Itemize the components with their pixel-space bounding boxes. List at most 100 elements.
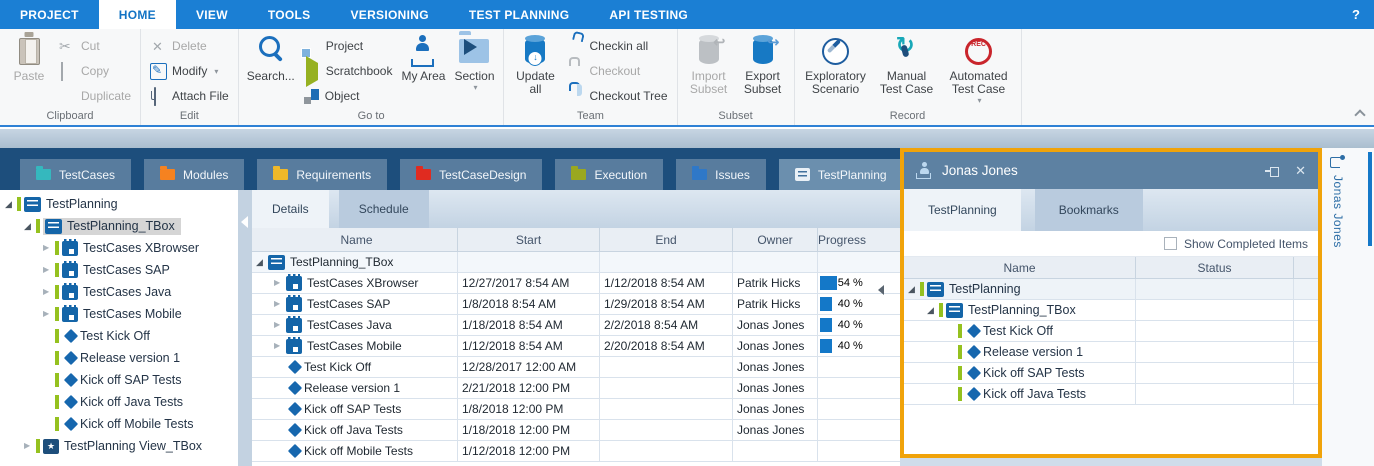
column-header-progress[interactable]: Progress [818, 228, 866, 251]
scratchbook-button[interactable]: Scratchbook [301, 60, 396, 82]
tree-item-kick-off-mobile-tests[interactable]: Kick off Mobile Tests [0, 413, 238, 435]
workspace-tab-execution[interactable]: Execution [555, 159, 663, 190]
my-area-button[interactable]: My Area [399, 32, 447, 86]
export-subset-button[interactable]: ↪ Export Subset [738, 32, 788, 99]
collapse-left-icon[interactable] [241, 216, 248, 228]
menu-tab-project[interactable]: PROJECT [0, 0, 99, 29]
attach-file-button[interactable]: Attach File [147, 85, 232, 107]
table-row[interactable]: Kick off Mobile Tests 1/12/2018 12:00 PM [252, 441, 900, 462]
expander-expanded-icon[interactable]: ◢ [24, 220, 36, 232]
expander-expanded-icon[interactable]: ◢ [5, 198, 17, 210]
expander-collapsed-icon[interactable]: ▶ [274, 340, 286, 352]
menu-tab-api-testing[interactable]: API TESTING [589, 0, 708, 29]
collapse-right-panel-icon[interactable] [878, 285, 884, 295]
expander-expanded-icon[interactable]: ◢ [908, 283, 920, 295]
paste-button[interactable]: Paste [6, 32, 52, 86]
delete-icon [150, 38, 167, 55]
table-row[interactable]: ▶ TestCases XBrowser 12/27/2017 8:54 AM … [252, 273, 900, 294]
column-header-status[interactable]: Status [1136, 257, 1294, 278]
panel-splitter[interactable] [238, 190, 252, 466]
workspace-tab-requirements[interactable]: Requirements [257, 159, 387, 190]
workspace-tab-testcasedesign[interactable]: TestCaseDesign [400, 159, 542, 190]
tab-testplanning[interactable]: TestPlanning [904, 189, 1021, 231]
expander-collapsed-icon[interactable]: ▶ [274, 319, 286, 331]
expander-collapsed-icon[interactable]: ▶ [43, 264, 55, 276]
tab-schedule[interactable]: Schedule [339, 190, 429, 228]
table-row[interactable]: Kick off SAP Tests 1/8/2018 12:00 PM Jon… [252, 399, 900, 420]
expander-collapsed-icon[interactable]: ▶ [43, 286, 55, 298]
panel-header[interactable]: Jonas Jones ✕ [904, 152, 1318, 189]
tree-item-testplanning-view-tbox[interactable]: ▶ TestPlanning View_TBox [0, 435, 238, 457]
tree-item-kick-off-sap-tests[interactable]: Kick off SAP Tests [0, 369, 238, 391]
cut-button[interactable]: Cut [56, 35, 134, 57]
tree-item-testplanning[interactable]: ◢ TestPlanning [904, 279, 1318, 300]
table-row[interactable]: Kick off Java Tests 1/18/2018 12:00 PM J… [252, 420, 900, 441]
automated-test-case-button[interactable]: Automated Test Case ▾ [943, 32, 1015, 108]
help-icon[interactable]: ? [1338, 0, 1374, 29]
tree-item-kick-off-sap-tests[interactable]: Kick off SAP Tests [904, 363, 1318, 384]
checkin-all-button[interactable]: Checkin all [564, 35, 670, 57]
column-header-start[interactable]: Start [458, 228, 600, 251]
table-row[interactable]: Release version 1 2/21/2018 12:00 PM Jon… [252, 378, 900, 399]
menu-tab-tools[interactable]: TOOLS [248, 0, 331, 29]
tree-item-testcases-sap[interactable]: ▶ TestCases SAP [0, 259, 238, 281]
tab-bookmarks[interactable]: Bookmarks [1035, 189, 1143, 231]
section-button[interactable]: Section ▾ [451, 32, 497, 95]
tree-item-testcases-xbrowser[interactable]: ▶ TestCases XBrowser [0, 237, 238, 259]
close-icon[interactable]: ✕ [1295, 164, 1306, 177]
tree-item-testcases-java[interactable]: ▶ TestCases Java [0, 281, 238, 303]
tab-details[interactable]: Details [252, 190, 329, 228]
search-button[interactable]: Search... [245, 32, 297, 86]
menu-tab-test-planning[interactable]: TEST PLANNING [449, 0, 590, 29]
tree-item-release-version-1[interactable]: Release version 1 [0, 347, 238, 369]
checkout-button[interactable]: Checkout [564, 60, 670, 82]
modify-button[interactable]: Modify ▾ [147, 60, 232, 82]
column-header-name[interactable]: Name [252, 228, 458, 251]
import-subset-button[interactable]: ↩ Import Subset [684, 32, 734, 99]
table-row[interactable]: ▶ TestCases Java 1/18/2018 8:54 AM 2/2/2… [252, 315, 900, 336]
tree-item-release-version-1[interactable]: Release version 1 [904, 342, 1318, 363]
tree-item-kick-off-java-tests[interactable]: Kick off Java Tests [0, 391, 238, 413]
expander-collapsed-icon[interactable]: ▶ [43, 242, 55, 254]
exploratory-scenario-button[interactable]: Exploratory Scenario [801, 32, 871, 99]
object-button[interactable]: Object [301, 85, 396, 107]
expander-collapsed-icon[interactable]: ▶ [43, 308, 55, 320]
menu-tab-home[interactable]: HOME [99, 0, 176, 29]
workspace-tab-modules[interactable]: Modules [144, 159, 244, 190]
table-row[interactable]: Test Kick Off 12/28/2017 12:00 AM Jonas … [252, 357, 900, 378]
table-row[interactable]: ◢ TestPlanning_TBox [252, 252, 900, 273]
milestone-diamond-icon [967, 345, 981, 359]
tree-item-testplanning-tbox[interactable]: ◢ TestPlanning_TBox [0, 215, 238, 237]
tree-item-kick-off-java-tests[interactable]: Kick off Java Tests [904, 384, 1318, 405]
column-header-owner[interactable]: Owner [733, 228, 818, 251]
pin-icon[interactable] [1265, 165, 1279, 177]
update-all-button[interactable]: Update all [510, 32, 560, 99]
delete-button[interactable]: Delete [147, 35, 232, 57]
copy-button[interactable]: Copy [56, 60, 134, 82]
table-row[interactable]: ▶ TestCases SAP 1/8/2018 8:54 AM 1/29/20… [252, 294, 900, 315]
expander-expanded-icon[interactable]: ◢ [256, 256, 268, 268]
checkout-tree-button[interactable]: Checkout Tree [564, 85, 670, 107]
dock-tab-jonas-jones[interactable]: Jonas Jones [1330, 154, 1346, 248]
tree-item-testplanning-tbox[interactable]: ◢ TestPlanning_TBox [904, 300, 1318, 321]
workspace-tab-testcases[interactable]: TestCases [20, 159, 131, 190]
column-header-name[interactable]: Name [904, 257, 1136, 278]
column-header-end[interactable]: End [600, 228, 733, 251]
collapse-ribbon-icon[interactable] [1355, 108, 1364, 117]
menu-tab-versioning[interactable]: VERSIONING [330, 0, 448, 29]
project-button[interactable]: Project [301, 35, 396, 57]
workspace-tab-issues[interactable]: Issues [676, 159, 766, 190]
table-row[interactable]: ▶ TestCases Mobile 1/12/2018 8:54 AM 2/2… [252, 336, 900, 357]
duplicate-button[interactable]: Duplicate [56, 85, 134, 107]
show-completed-checkbox[interactable] [1164, 237, 1177, 250]
tree-item-testplanning[interactable]: ◢ TestPlanning [0, 193, 238, 215]
manual-test-case-button[interactable]: Manual Test Case [875, 32, 939, 99]
tree-item-test-kick-off[interactable]: Test Kick Off [0, 325, 238, 347]
expander-collapsed-icon[interactable]: ▶ [24, 440, 36, 452]
expander-collapsed-icon[interactable]: ▶ [274, 298, 286, 310]
tree-item-test-kick-off[interactable]: Test Kick Off [904, 321, 1318, 342]
expander-expanded-icon[interactable]: ◢ [927, 304, 939, 316]
tree-item-testcases-mobile[interactable]: ▶ TestCases Mobile [0, 303, 238, 325]
expander-collapsed-icon[interactable]: ▶ [274, 277, 286, 289]
menu-tab-view[interactable]: VIEW [176, 0, 248, 29]
